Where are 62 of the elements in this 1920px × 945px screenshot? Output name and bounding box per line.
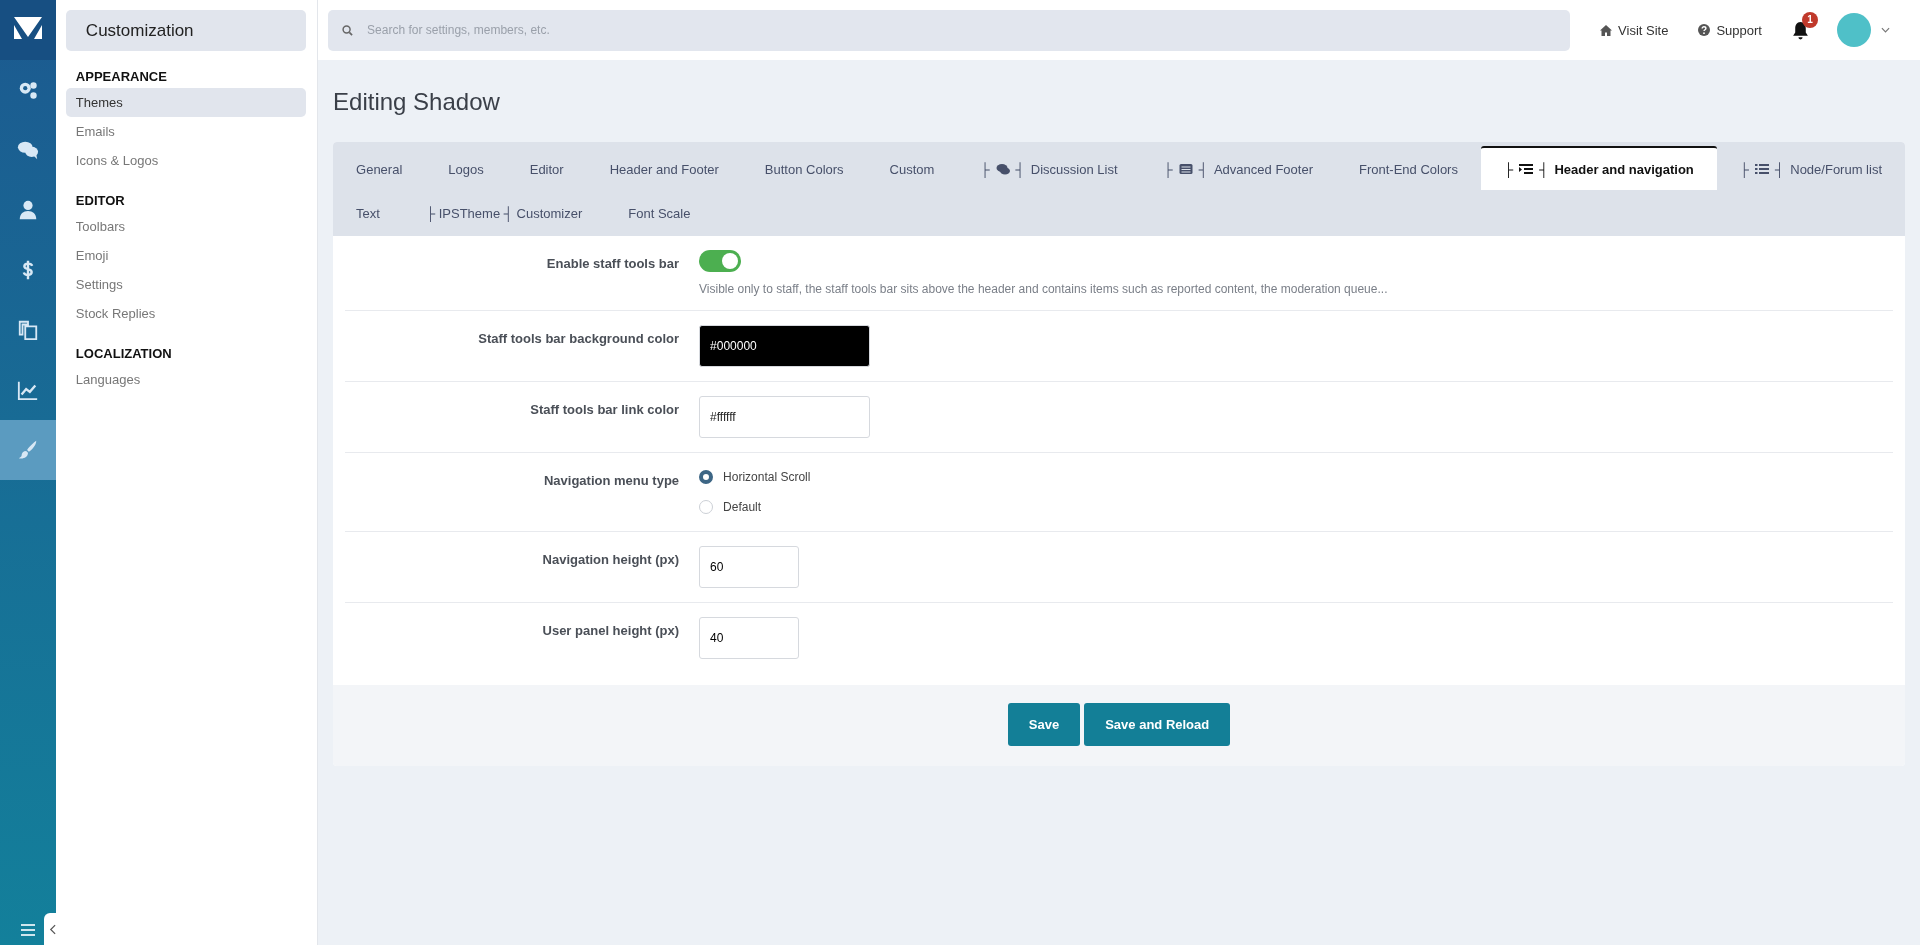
tab[interactable]: ├ ┤ Header and navigation [1480, 146, 1717, 190]
sidebar-item[interactable]: Settings [65, 270, 307, 299]
sidebar-item[interactable]: Emails [65, 117, 307, 146]
sidebar-title: Customization [65, 10, 307, 51]
tab[interactable]: Logos [425, 146, 507, 190]
number-field[interactable]: 40 [699, 617, 800, 659]
sidebar-item[interactable]: Toolbars [65, 212, 307, 241]
notification-badge: 1 [1802, 11, 1818, 28]
setting-label: Staff tools bar background color [477, 330, 680, 348]
caret-icon[interactable] [1881, 27, 1890, 33]
setting-label: Navigation menu type [542, 472, 680, 490]
chat-icon [16, 139, 39, 161]
setting-label: Staff tools bar link color [529, 401, 680, 419]
setting-label: Enable staff tools bar [545, 255, 680, 273]
visit-site-link[interactable]: Visit Site [1585, 22, 1684, 38]
radio-label[interactable]: Horizontal Scroll [723, 470, 811, 484]
sidebar-heading: LOCALIZATION [74, 345, 173, 363]
toggle-switch[interactable] [699, 250, 742, 272]
tab[interactable]: ├ IPSTheme ┤ Customizer [402, 190, 606, 234]
sidebar-item[interactable]: Stock Replies [65, 299, 307, 328]
setting-label: User panel height (px) [541, 622, 680, 640]
home-icon [1600, 24, 1613, 36]
setting-hint: Visible only to staff, the staff tools bar sits above the header and contains items such as reported content, the moderation queue... [699, 282, 1388, 296]
tab[interactable]: ├ ┤ Node/Forum list [1716, 146, 1905, 190]
list-icon [1755, 163, 1770, 175]
color-field[interactable]: #000000 [699, 325, 871, 367]
sidebar-item[interactable]: Themes [65, 88, 307, 117]
tab[interactable]: General [333, 146, 426, 190]
menu-icon[interactable] [20, 924, 35, 936]
tab[interactable]: ├ ┤ Discussion List [957, 146, 1141, 190]
help-icon [1698, 24, 1711, 36]
sidebar-item[interactable]: Languages [65, 365, 307, 394]
support-link[interactable]: Support [1683, 22, 1777, 38]
sidebar-heading: APPEARANCE [74, 68, 168, 86]
color-field[interactable]: #ffffff [699, 396, 871, 438]
tab[interactable]: Editor [506, 146, 587, 190]
logo-icon[interactable] [0, 0, 56, 60]
radio-label[interactable]: Default [723, 500, 762, 514]
save-button[interactable]: Save and Reload [1084, 703, 1231, 746]
number-field[interactable]: 60 [699, 546, 800, 588]
sidebar-item[interactable]: Emoji [65, 241, 307, 270]
radio-button[interactable] [699, 470, 714, 484]
sidebar-heading: EDITOR [74, 192, 126, 210]
tab[interactable]: Header and Footer [586, 146, 742, 190]
setting-label: Navigation height (px) [541, 551, 680, 569]
save-button[interactable]: Save [1007, 703, 1081, 746]
chevron-left-icon [48, 923, 56, 935]
tab[interactable]: Front-End Colors [1335, 146, 1481, 190]
chart-icon [16, 379, 39, 401]
tab[interactable]: Text [333, 190, 403, 234]
sidebar-item[interactable]: Icons & Logos [65, 146, 307, 175]
page-title: Editing Shadow [333, 88, 501, 117]
tab[interactable]: Custom [866, 146, 958, 190]
tab[interactable]: Font Scale [605, 190, 714, 234]
tab[interactable]: Button Colors [741, 146, 867, 190]
card-icon [1178, 163, 1193, 175]
bell-icon[interactable] [1792, 20, 1809, 40]
tab[interactable]: ├ ┤ Advanced Footer [1140, 146, 1336, 190]
indent-list-icon [1519, 163, 1534, 175]
chat-icon [995, 163, 1010, 175]
copy-icon [16, 319, 39, 341]
search-field[interactable]: Search for settings, members, etc. [328, 9, 1571, 51]
